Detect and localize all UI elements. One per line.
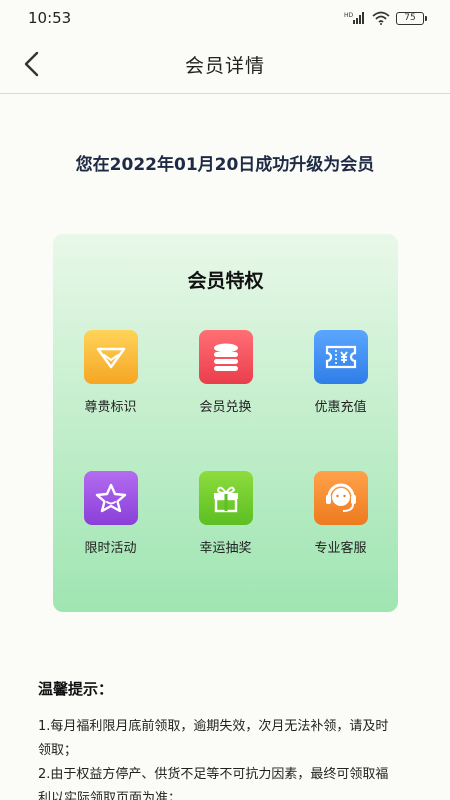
yen-ticket-icon bbox=[313, 330, 368, 384]
status-icons: HD 75 bbox=[344, 11, 427, 25]
card-title: 会员特权 bbox=[187, 270, 264, 292]
item-label: 限时活动 bbox=[84, 541, 137, 556]
star-icon bbox=[83, 471, 138, 525]
gift-icon bbox=[198, 471, 253, 525]
diamond-icon bbox=[83, 330, 138, 384]
signal-icon: HD bbox=[344, 12, 364, 24]
status-time: 10:53 bbox=[28, 9, 72, 27]
item-label: 优惠充值 bbox=[314, 400, 367, 415]
privilege-item-lucky-draw[interactable]: 幸运抽奖 bbox=[168, 471, 283, 556]
privilege-item-customer-service[interactable]: 专业客服 bbox=[283, 471, 398, 556]
back-button[interactable] bbox=[14, 46, 50, 82]
headset-icon bbox=[313, 471, 368, 525]
tip-line: 1.每月福利限月底前领取，逾期失效，次月无法补领，请及时 bbox=[38, 719, 389, 734]
tip-line: 利以实际领取页面为准； bbox=[38, 791, 182, 800]
item-label: 幸运抽奖 bbox=[199, 541, 252, 556]
privilege-item-vip-badge[interactable]: 尊贵标识 bbox=[53, 330, 168, 415]
tips-section: 温馨提示： 1.每月福利限月底前领取，逾期失效，次月无法补领，请及时 领取； 2… bbox=[38, 678, 418, 800]
battery-icon: 75 bbox=[396, 11, 427, 25]
battery-level: 75 bbox=[404, 12, 416, 23]
upgrade-message: 您在2022年01月20日成功升级为会员 bbox=[75, 155, 375, 175]
coin-stack-icon bbox=[198, 330, 253, 384]
navigation-bar: 会员详情 bbox=[0, 36, 450, 94]
network-type: HD bbox=[344, 12, 354, 19]
privilege-grid: 尊贵标识 会员兑换 优惠充值 限时活动 幸运抽奖 专业客服 bbox=[53, 330, 398, 556]
tip-line: 2.由于权益方停产、供货不足等不可抗力因素，最终可领取福 bbox=[38, 767, 389, 782]
privilege-item-recharge[interactable]: 优惠充值 bbox=[283, 330, 398, 415]
wifi-icon bbox=[372, 11, 390, 25]
item-label: 专业客服 bbox=[314, 541, 367, 556]
status-bar: 10:53 HD 75 bbox=[0, 0, 450, 36]
tip-line: 领取； bbox=[38, 743, 78, 758]
page-title: 会员详情 bbox=[184, 55, 265, 77]
item-label: 尊贵标识 bbox=[84, 400, 137, 415]
privilege-item-exchange[interactable]: 会员兑换 bbox=[168, 330, 283, 415]
chevron-left-icon bbox=[24, 51, 39, 77]
privilege-card: 会员特权 尊贵标识 会员兑换 优惠充值 限时活动 幸运抽奖 专业客服 bbox=[53, 234, 398, 612]
tips-title: 温馨提示： bbox=[38, 680, 114, 698]
item-label: 会员兑换 bbox=[199, 400, 252, 415]
privilege-item-limited-event[interactable]: 限时活动 bbox=[53, 471, 168, 556]
